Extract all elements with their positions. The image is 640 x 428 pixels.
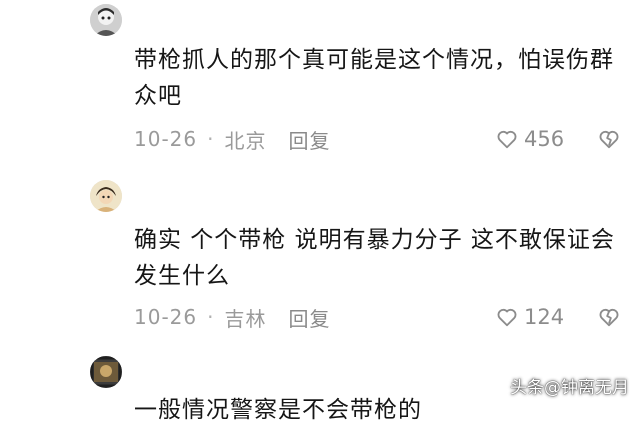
avatar-image [90,356,122,388]
comment-meta: 10-26 · 吉林 回复 [134,302,330,332]
like-count: 124 [524,305,565,329]
reply-button[interactable]: 回复 [288,125,330,154]
dislike-button[interactable] [598,302,620,332]
comment-location: 北京 [224,128,267,153]
meta-separator: · [207,127,215,151]
reply-button[interactable]: 回复 [288,303,330,332]
like-button[interactable]: 124 [496,302,564,332]
comment-location: 吉林 [224,306,267,331]
like-button[interactable]: 456 [496,124,564,154]
heart-icon [497,308,517,327]
avatar[interactable] [90,4,122,36]
avatar-image [90,180,122,212]
watermark: 头条@钟离无月 [510,377,629,398]
comment-date: 10-26 [134,305,198,329]
comment-meta: 10-26 · 北京 回复 [134,124,330,154]
comment-text: 带枪抓人的那个真可能是这个情况，怕误伤群众吧 [134,47,614,109]
avatar[interactable] [90,356,122,388]
comment-date: 10-26 [134,127,198,151]
broken-heart-icon [599,308,619,327]
heart-icon [497,130,517,149]
comment-text: 确实 个个带枪 说明有暴力分子 这不敢保证会发生什么 [134,227,615,289]
like-count: 456 [524,127,565,151]
meta-separator: · [207,305,215,329]
broken-heart-icon [599,130,619,149]
dislike-button[interactable] [598,124,620,154]
avatar-image [90,4,122,36]
avatar[interactable] [90,180,122,212]
